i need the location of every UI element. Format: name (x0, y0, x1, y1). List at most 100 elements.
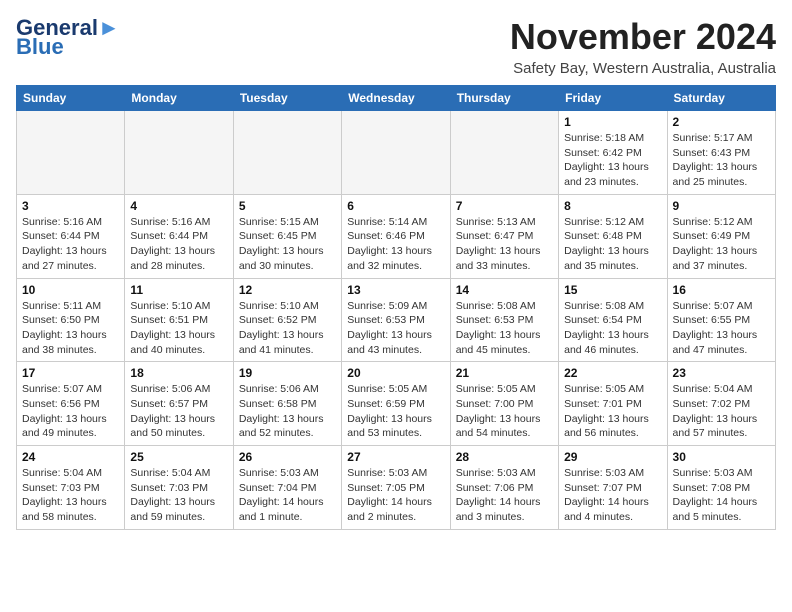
calendar-cell: 17 Sunrise: 5:07 AM Sunset: 6:56 PM Dayli… (17, 362, 125, 446)
day-number: 15 (564, 283, 661, 297)
calendar-table: SundayMondayTuesdayWednesdayThursdayFrid… (16, 85, 776, 530)
page-header: General► Blue November 2024 Safety Bay, … (16, 16, 776, 77)
day-info: Sunrise: 5:08 AM Sunset: 6:54 PM Dayligh… (564, 299, 661, 358)
col-header-sunday: Sunday (17, 86, 125, 111)
day-info: Sunrise: 5:17 AM Sunset: 6:43 PM Dayligh… (673, 131, 770, 190)
calendar-week-5: 24 Sunrise: 5:04 AM Sunset: 7:03 PM Dayli… (17, 446, 776, 530)
day-info: Sunrise: 5:13 AM Sunset: 6:47 PM Dayligh… (456, 215, 553, 274)
day-info: Sunrise: 5:08 AM Sunset: 6:53 PM Dayligh… (456, 299, 553, 358)
calendar-cell: 6 Sunrise: 5:14 AM Sunset: 6:46 PM Daylig… (342, 194, 450, 278)
day-number: 16 (673, 283, 770, 297)
day-info: Sunrise: 5:04 AM Sunset: 7:02 PM Dayligh… (673, 382, 770, 441)
calendar-week-3: 10 Sunrise: 5:11 AM Sunset: 6:50 PM Dayli… (17, 278, 776, 362)
day-info: Sunrise: 5:10 AM Sunset: 6:52 PM Dayligh… (239, 299, 336, 358)
calendar-cell: 1 Sunrise: 5:18 AM Sunset: 6:42 PM Daylig… (559, 111, 667, 195)
day-info: Sunrise: 5:16 AM Sunset: 6:44 PM Dayligh… (22, 215, 119, 274)
calendar-cell: 9 Sunrise: 5:12 AM Sunset: 6:49 PM Daylig… (667, 194, 775, 278)
day-info: Sunrise: 5:03 AM Sunset: 7:08 PM Dayligh… (673, 466, 770, 525)
calendar-cell: 16 Sunrise: 5:07 AM Sunset: 6:55 PM Dayli… (667, 278, 775, 362)
logo-blue: Blue (16, 36, 64, 58)
day-number: 9 (673, 199, 770, 213)
day-info: Sunrise: 5:04 AM Sunset: 7:03 PM Dayligh… (130, 466, 227, 525)
day-info: Sunrise: 5:10 AM Sunset: 6:51 PM Dayligh… (130, 299, 227, 358)
col-header-tuesday: Tuesday (233, 86, 341, 111)
day-number: 3 (22, 199, 119, 213)
calendar-week-4: 17 Sunrise: 5:07 AM Sunset: 6:56 PM Dayli… (17, 362, 776, 446)
day-number: 18 (130, 366, 227, 380)
day-number: 30 (673, 450, 770, 464)
day-info: Sunrise: 5:11 AM Sunset: 6:50 PM Dayligh… (22, 299, 119, 358)
day-number: 2 (673, 115, 770, 129)
day-number: 7 (456, 199, 553, 213)
calendar-cell: 23 Sunrise: 5:04 AM Sunset: 7:02 PM Dayli… (667, 362, 775, 446)
col-header-wednesday: Wednesday (342, 86, 450, 111)
calendar-cell: 29Sunrise: 5:03 AM Sunset: 7:07 PM Dayli… (559, 446, 667, 530)
day-info: Sunrise: 5:06 AM Sunset: 6:57 PM Dayligh… (130, 382, 227, 441)
day-number: 14 (456, 283, 553, 297)
calendar-cell (342, 111, 450, 195)
day-info: Sunrise: 5:05 AM Sunset: 6:59 PM Dayligh… (347, 382, 444, 441)
calendar-cell: 30 Sunrise: 5:03 AM Sunset: 7:08 PM Dayli… (667, 446, 775, 530)
day-info: Sunrise: 5:15 AM Sunset: 6:45 PM Dayligh… (239, 215, 336, 274)
col-header-monday: Monday (125, 86, 233, 111)
day-info: Sunrise: 5:18 AM Sunset: 6:42 PM Dayligh… (564, 131, 661, 190)
day-number: 5 (239, 199, 336, 213)
day-info: Sunrise: 5:04 AM Sunset: 7:03 PM Dayligh… (22, 466, 119, 525)
day-number: 27 (347, 450, 444, 464)
day-number: 22 (564, 366, 661, 380)
day-number: 25 (130, 450, 227, 464)
day-number: 1 (564, 115, 661, 129)
day-number: 10 (22, 283, 119, 297)
day-number: 4 (130, 199, 227, 213)
calendar-cell: 10 Sunrise: 5:11 AM Sunset: 6:50 PM Dayli… (17, 278, 125, 362)
calendar-cell: 2 Sunrise: 5:17 AM Sunset: 6:43 PM Daylig… (667, 111, 775, 195)
calendar-cell: 26 Sunrise: 5:03 AM Sunset: 7:04 PM Dayli… (233, 446, 341, 530)
day-info: Sunrise: 5:16 AM Sunset: 6:44 PM Dayligh… (130, 215, 227, 274)
logo: General► Blue (16, 16, 120, 58)
day-number: 24 (22, 450, 119, 464)
title-section: November 2024 Safety Bay, Western Austra… (510, 16, 776, 77)
day-info: Sunrise: 5:03 AM Sunset: 7:06 PM Dayligh… (456, 466, 553, 525)
calendar-cell (17, 111, 125, 195)
calendar-week-2: 3 Sunrise: 5:16 AM Sunset: 6:44 PM Daylig… (17, 194, 776, 278)
calendar-cell (233, 111, 341, 195)
day-number: 21 (456, 366, 553, 380)
day-info: Sunrise: 5:12 AM Sunset: 6:49 PM Dayligh… (673, 215, 770, 274)
calendar-cell: 28 Sunrise: 5:03 AM Sunset: 7:06 PM Dayli… (450, 446, 558, 530)
day-info: Sunrise: 5:12 AM Sunset: 6:48 PM Dayligh… (564, 215, 661, 274)
calendar-cell: 24 Sunrise: 5:04 AM Sunset: 7:03 PM Dayli… (17, 446, 125, 530)
day-info: Sunrise: 5:14 AM Sunset: 6:46 PM Dayligh… (347, 215, 444, 274)
day-number: 13 (347, 283, 444, 297)
day-number: 20 (347, 366, 444, 380)
day-info: Sunrise: 5:07 AM Sunset: 6:56 PM Dayligh… (22, 382, 119, 441)
calendar-week-1: 1 Sunrise: 5:18 AM Sunset: 6:42 PM Daylig… (17, 111, 776, 195)
calendar-cell (125, 111, 233, 195)
location: Safety Bay, Western Australia, Australia (510, 60, 776, 77)
day-number: 23 (673, 366, 770, 380)
calendar-cell: 4 Sunrise: 5:16 AM Sunset: 6:44 PM Daylig… (125, 194, 233, 278)
day-info: Sunrise: 5:05 AM Sunset: 7:00 PM Dayligh… (456, 382, 553, 441)
calendar-cell: 12Sunrise: 5:10 AM Sunset: 6:52 PM Dayli… (233, 278, 341, 362)
calendar-cell: 25 Sunrise: 5:04 AM Sunset: 7:03 PM Dayli… (125, 446, 233, 530)
day-number: 17 (22, 366, 119, 380)
day-number: 6 (347, 199, 444, 213)
day-info: Sunrise: 5:07 AM Sunset: 6:55 PM Dayligh… (673, 299, 770, 358)
day-number: 19 (239, 366, 336, 380)
day-info: Sunrise: 5:03 AM Sunset: 7:05 PM Dayligh… (347, 466, 444, 525)
day-info: Sunrise: 5:03 AM Sunset: 7:04 PM Dayligh… (239, 466, 336, 525)
calendar-cell: 19 Sunrise: 5:06 AM Sunset: 6:58 PM Dayli… (233, 362, 341, 446)
col-header-friday: Friday (559, 86, 667, 111)
day-number: 28 (456, 450, 553, 464)
calendar-cell: 14 Sunrise: 5:08 AM Sunset: 6:53 PM Dayli… (450, 278, 558, 362)
calendar-cell: 7 Sunrise: 5:13 AM Sunset: 6:47 PM Daylig… (450, 194, 558, 278)
calendar-cell: 18 Sunrise: 5:06 AM Sunset: 6:57 PM Dayli… (125, 362, 233, 446)
calendar-cell: 15 Sunrise: 5:08 AM Sunset: 6:54 PM Dayli… (559, 278, 667, 362)
day-info: Sunrise: 5:06 AM Sunset: 6:58 PM Dayligh… (239, 382, 336, 441)
calendar-cell (450, 111, 558, 195)
calendar-header-row: SundayMondayTuesdayWednesdayThursdayFrid… (17, 86, 776, 111)
day-number: 26 (239, 450, 336, 464)
month-title: November 2024 (510, 16, 776, 58)
day-info: Sunrise: 5:09 AM Sunset: 6:53 PM Dayligh… (347, 299, 444, 358)
calendar-cell: 8Sunrise: 5:12 AM Sunset: 6:48 PM Daylig… (559, 194, 667, 278)
calendar-cell: 27 Sunrise: 5:03 AM Sunset: 7:05 PM Dayli… (342, 446, 450, 530)
